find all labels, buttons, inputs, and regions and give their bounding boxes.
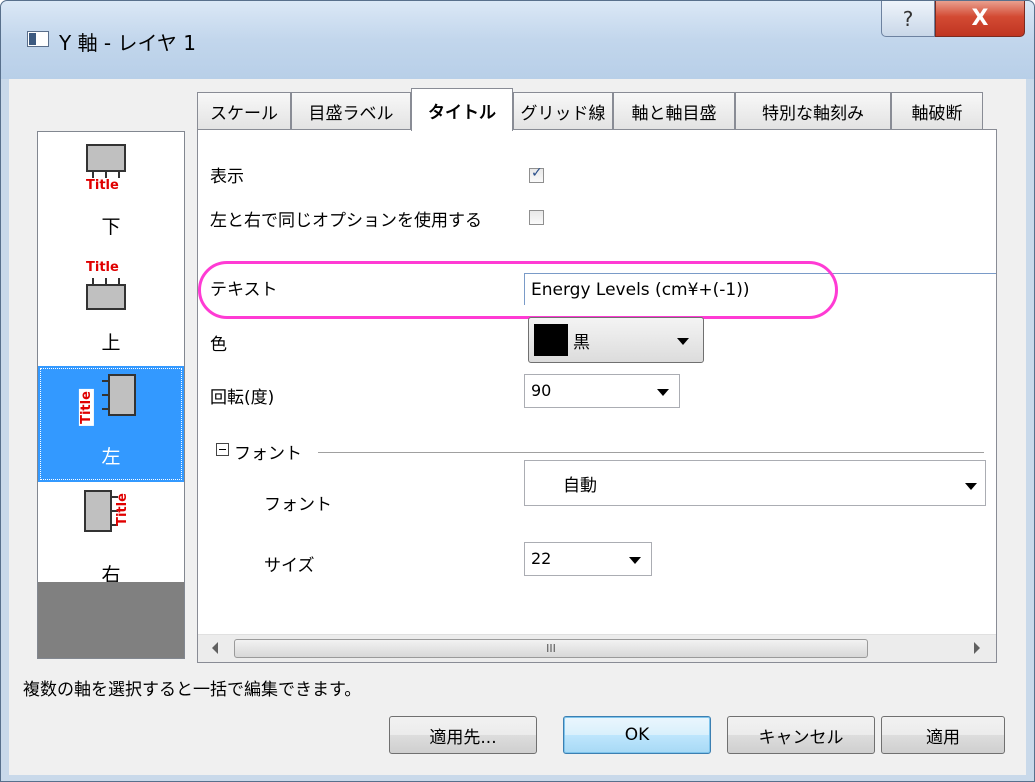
title-tab-panel: 表示 左と右で同じオプションを使用する テキスト 色 黒 回転(度) 90 フォ… bbox=[197, 129, 997, 663]
font-section-label: フォント bbox=[234, 444, 302, 464]
position-label-left: 左 bbox=[101, 446, 121, 468]
title-position-list[interactable]: Title 下 Title 上 Title 左 Title 右 bbox=[37, 131, 185, 659]
icon-title-text: Title bbox=[86, 260, 119, 275]
tab-tick-labels[interactable]: 目盛ラベル bbox=[291, 92, 411, 129]
close-button[interactable]: X bbox=[935, 1, 1025, 37]
scroll-thumb[interactable]: III bbox=[234, 639, 868, 658]
tab-special-ticks[interactable]: 特別な軸刻み bbox=[735, 92, 891, 129]
tab-axis-break[interactable]: 軸破断 bbox=[891, 92, 983, 129]
scroll-left-icon[interactable] bbox=[212, 642, 218, 654]
position-label-top: 上 bbox=[101, 332, 121, 354]
font-value: 自動 bbox=[563, 476, 597, 496]
size-value: 22 bbox=[531, 549, 552, 568]
position-item-left[interactable]: Title 左 bbox=[38, 366, 184, 482]
cancel-button[interactable]: キャンセル bbox=[727, 716, 875, 754]
window-title: Y 軸 - レイヤ 1 bbox=[59, 31, 196, 55]
position-item-top[interactable]: Title 上 bbox=[38, 250, 184, 366]
tab-scale[interactable]: スケール bbox=[197, 92, 291, 129]
size-label: サイズ bbox=[264, 556, 315, 576]
list-empty-area bbox=[38, 582, 184, 658]
color-dropdown[interactable]: 黒 bbox=[528, 317, 704, 363]
chevron-down-icon bbox=[965, 483, 977, 490]
icon-title-text: Title bbox=[86, 178, 119, 193]
collapse-icon[interactable] bbox=[216, 443, 229, 456]
position-item-bottom[interactable]: Title 下 bbox=[38, 134, 184, 250]
tab-title[interactable]: タイトル bbox=[411, 88, 513, 131]
icon-title-text: Title bbox=[78, 389, 94, 426]
show-checkbox[interactable] bbox=[529, 165, 544, 183]
apply-button[interactable]: 適用 bbox=[881, 716, 1005, 754]
position-label-bottom: 下 bbox=[101, 216, 121, 238]
rotation-value: 90 bbox=[531, 381, 552, 400]
highlight-ring bbox=[198, 261, 838, 319]
status-hint: 複数の軸を選択すると一括で編集できます。 bbox=[23, 680, 362, 700]
section-divider bbox=[318, 452, 984, 453]
same-options-checkbox[interactable] bbox=[529, 210, 544, 225]
tab-grid-lines[interactable]: グリッド線 bbox=[513, 92, 613, 129]
same-options-label: 左と右で同じオプションを使用する bbox=[210, 211, 482, 231]
color-label: 色 bbox=[210, 335, 227, 355]
help-button[interactable]: ? bbox=[881, 1, 935, 37]
color-swatch bbox=[534, 324, 568, 356]
horizontal-scrollbar[interactable]: III bbox=[198, 634, 996, 662]
chevron-down-icon bbox=[677, 338, 689, 345]
position-item-right[interactable]: Title 右 bbox=[38, 482, 184, 598]
ok-button[interactable]: OK bbox=[563, 716, 711, 754]
title-bar: Y 軸 - レイヤ 1 ? X bbox=[1, 1, 1034, 79]
font-label: フォント bbox=[264, 495, 332, 515]
show-label: 表示 bbox=[210, 167, 244, 187]
apply-to-button[interactable]: 適用先... bbox=[389, 716, 537, 754]
color-value: 黒 bbox=[573, 333, 590, 353]
scroll-right-icon[interactable] bbox=[974, 642, 980, 654]
icon-title-text: Title bbox=[114, 493, 130, 526]
size-combo[interactable]: 22 bbox=[524, 542, 652, 576]
font-combo[interactable]: 自動 bbox=[524, 460, 986, 506]
rotation-label: 回転(度) bbox=[210, 388, 275, 408]
chevron-down-icon bbox=[657, 389, 669, 396]
rotation-combo[interactable]: 90 bbox=[524, 374, 680, 408]
window-icon bbox=[27, 31, 49, 47]
dialog-client-area: Title 下 Title 上 Title 左 Title 右 スケール 目盛ラ… bbox=[9, 79, 1026, 775]
chevron-down-icon bbox=[629, 557, 641, 564]
tab-axis-ticks[interactable]: 軸と軸目盛 bbox=[613, 92, 735, 129]
dialog-window: Y 軸 - レイヤ 1 ? X Title 下 Title 上 Title 左 … bbox=[0, 0, 1035, 782]
